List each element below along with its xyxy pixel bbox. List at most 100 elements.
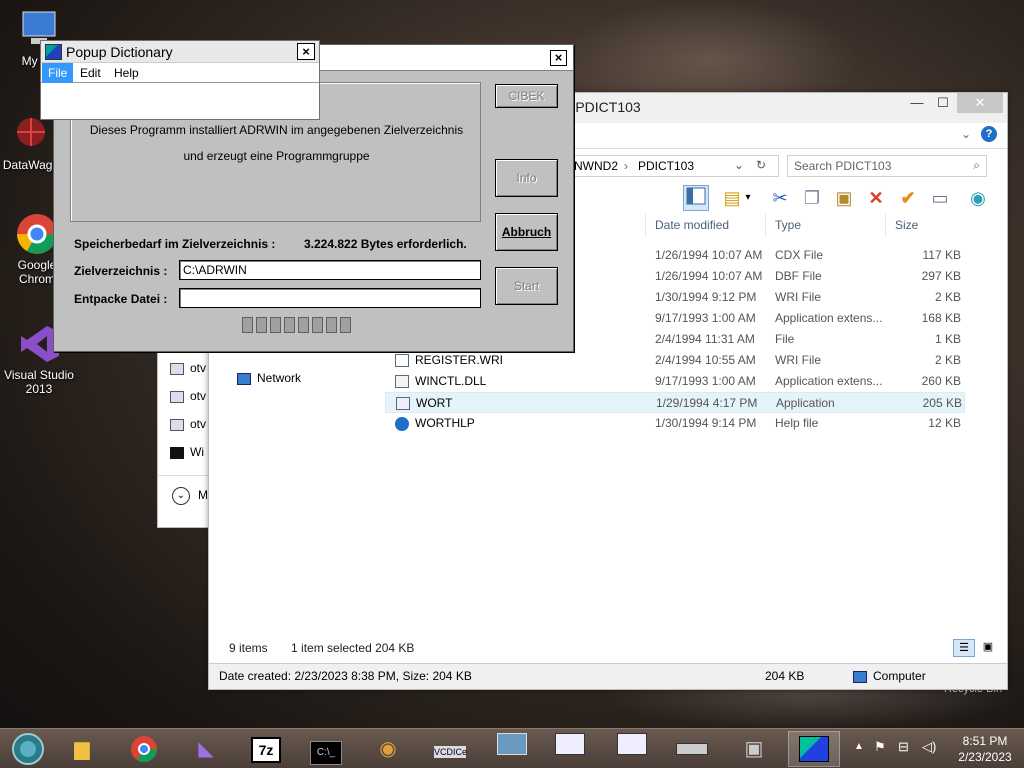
nav-item-network[interactable]: Network	[237, 371, 301, 385]
shell-taskbar-button[interactable]: ◉	[362, 731, 414, 767]
document-icon	[395, 354, 409, 367]
copy-icon[interactable]: ❐	[799, 185, 825, 211]
checkmark-icon[interactable]: ✔	[895, 185, 921, 211]
progress-block	[284, 317, 295, 333]
background-window[interactable]: otv otv otv Wi ⌄ M	[157, 348, 209, 528]
file-icon	[170, 390, 184, 403]
status-date-created: Date created: 2/23/2023 8:38 PM, Size: 2…	[219, 669, 472, 683]
menu-file[interactable]: File	[42, 63, 74, 83]
breadcrumb-parent[interactable]: NWND2	[574, 159, 618, 173]
maximize-button[interactable]: ☐	[929, 93, 957, 113]
file-icon	[170, 362, 184, 375]
close-button[interactable]: ✕	[957, 93, 1003, 113]
refresh-icon[interactable]: ↻	[756, 158, 766, 172]
preview-pane-icon[interactable]	[683, 185, 709, 211]
list-item[interactable]: otv	[170, 417, 206, 431]
network-icon[interactable]: ⊟	[898, 739, 909, 755]
column-type[interactable]: Type	[775, 218, 801, 232]
file-row[interactable]: WORTHLP 1/30/1994 9:14 PM Help file 12 KB	[385, 413, 965, 434]
file-icon	[170, 418, 184, 431]
app-icon	[45, 44, 62, 60]
flag-icon[interactable]: ⚑	[874, 739, 886, 755]
window-taskbar-button-2[interactable]	[606, 731, 658, 767]
monitor-icon: ▣	[744, 738, 764, 760]
terminal-icon	[170, 446, 184, 459]
clock[interactable]: 8:51 PM 2/23/2023	[950, 733, 1020, 765]
column-separator	[765, 214, 766, 236]
terminal-icon: C:\_	[310, 741, 342, 765]
chevron-down-icon[interactable]: ▾	[741, 185, 755, 211]
drive-taskbar-button[interactable]	[666, 731, 718, 767]
rename-icon[interactable]: ▭	[927, 185, 953, 211]
menu-help[interactable]: Help	[108, 63, 145, 83]
menu-edit[interactable]: Edit	[74, 63, 107, 83]
taskbar: ▆ ◣ 7z C:\_ ◉ VCDICe ▣ ▲ ⚑ ⊟ ◁) 8:51 PM …	[0, 728, 1024, 768]
file-row-selected[interactable]: WORT 1/29/1994 4:17 PM Application 205 KB	[385, 392, 965, 413]
unpack-file-input[interactable]	[179, 288, 481, 308]
progress-block	[270, 317, 281, 333]
vcdic-icon: VCDICe	[434, 746, 468, 758]
start-button[interactable]	[2, 731, 54, 767]
folder-icon: ▆	[74, 738, 90, 760]
search-icon: ⌕	[973, 158, 980, 172]
breadcrumb-current[interactable]: PDICT103	[638, 159, 694, 173]
column-date-modified[interactable]: Date modified	[655, 218, 729, 232]
monitor-taskbar-button[interactable]: ▣	[728, 731, 780, 767]
visual-studio-taskbar-button[interactable]: ◣	[180, 731, 232, 767]
close-button[interactable]: ×	[550, 50, 567, 66]
space-required-value: 3.224.822 Bytes erforderlich.	[304, 237, 467, 251]
cibek-button[interactable]: CIBEK	[495, 84, 558, 108]
drive-icon	[676, 743, 708, 755]
column-separator	[885, 214, 886, 236]
shell-icon[interactable]: ◉	[965, 185, 991, 211]
file-row[interactable]: REGISTER.WRI 2/4/1994 10:55 AM WRI File 2 K…	[385, 350, 965, 371]
volume-icon[interactable]: ◁)	[922, 739, 936, 755]
show-hidden-icons-icon[interactable]: ▲	[854, 741, 864, 752]
status-bar: Date created: 2/23/2023 8:38 PM, Size: 2…	[209, 663, 1007, 689]
status-location: Computer	[853, 669, 926, 683]
installer-description-line1: Dieses Programm installiert ADRWIN im an…	[89, 123, 464, 137]
target-directory-input[interactable]: C:\ADRWIN	[179, 260, 481, 280]
desktop-icon-label: Visual Studio 2013	[4, 368, 74, 396]
popup-dictionary-taskbar-button[interactable]	[788, 731, 840, 767]
large-icons-view-icon[interactable]: ▣	[977, 639, 999, 657]
column-size[interactable]: Size	[895, 218, 918, 232]
window-icon	[617, 733, 647, 755]
popup-dictionary-window[interactable]: Popup Dictionary × File Edit Help	[40, 40, 320, 120]
minimize-button[interactable]: —	[903, 93, 931, 113]
popup-titlebar[interactable]: Popup Dictionary ×	[41, 41, 319, 63]
chrome-taskbar-button[interactable]	[118, 731, 170, 767]
details-view-icon[interactable]: ☰	[953, 639, 975, 657]
close-button[interactable]: ×	[297, 43, 315, 60]
7zip-taskbar-button[interactable]: 7z	[240, 731, 292, 767]
info-button[interactable]: Info	[495, 159, 558, 197]
window-taskbar-button[interactable]	[544, 731, 596, 767]
list-item[interactable]: otv	[170, 361, 206, 375]
address-dropdown-icon[interactable]: ⌄	[734, 158, 744, 172]
popup-menubar: File Edit Help	[41, 63, 319, 83]
picture-taskbar-button[interactable]	[486, 731, 538, 767]
network-icon	[237, 372, 251, 385]
progress-block	[326, 317, 337, 333]
list-item[interactable]: otv	[170, 389, 206, 403]
chevron-down-icon: ⌄	[172, 487, 190, 505]
cmd-taskbar-button[interactable]: C:\_	[300, 731, 352, 767]
list-item[interactable]: Wi	[170, 445, 204, 459]
more-details-toggle[interactable]: ⌄ M	[172, 487, 208, 505]
help-icon[interactable]: ?	[981, 126, 997, 142]
system-tray: ▲ ⚑ ⊟ ◁)	[850, 733, 950, 765]
file-row[interactable]: WINCTL.DLL 9/17/1993 1:00 AM Application e…	[385, 371, 965, 392]
status-item-count: 9 items 1 item selected 204 KB	[229, 641, 415, 655]
start-button[interactable]: Start	[495, 267, 558, 305]
file-explorer-taskbar-button[interactable]: ▆	[56, 731, 108, 767]
paste-icon[interactable]: ▣	[831, 185, 857, 211]
delete-icon[interactable]: ✕	[863, 185, 889, 211]
vcdic-taskbar-button[interactable]: VCDICe	[424, 731, 476, 767]
target-directory-label: Zielverzeichnis :	[74, 264, 168, 278]
cancel-button[interactable]: Abbruch	[495, 213, 558, 251]
progress-block	[312, 317, 323, 333]
ribbon-expand-chevron-icon[interactable]: ⌄	[961, 127, 971, 141]
search-input[interactable]: Search PDICT103 ⌕	[787, 155, 987, 177]
cut-icon[interactable]: ✂	[767, 185, 793, 211]
clock-time: 8:51 PM	[962, 734, 1008, 748]
